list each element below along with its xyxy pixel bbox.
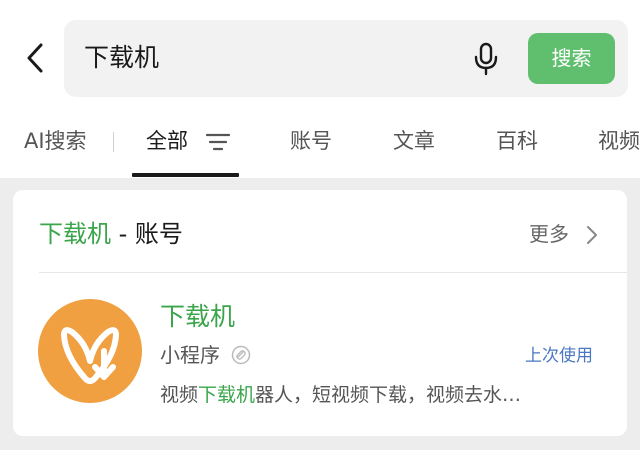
app-name[interactable]: 下载机	[160, 299, 235, 335]
section-title: 下载机 - 账号	[39, 216, 183, 252]
recently-used-label: 上次使用	[525, 346, 593, 366]
more-link[interactable]: 更多	[529, 219, 569, 249]
section-title-suffix: - 账号	[111, 220, 183, 248]
tab-accounts[interactable]: 账号	[290, 126, 332, 156]
app-type-label: 小程序	[160, 343, 220, 367]
filter-icon[interactable]	[206, 132, 230, 152]
tab-ai-search[interactable]: AI搜索	[24, 126, 87, 156]
app-logo-icon[interactable]	[38, 299, 142, 403]
divider	[39, 272, 627, 273]
section-title-keyword: 下载机	[39, 220, 111, 248]
app-description: 视频下载机器人，短视频下载，视频去水…	[160, 380, 600, 410]
tab-videos[interactable]: 视频	[598, 126, 640, 156]
tab-divider	[113, 132, 114, 152]
tab-articles[interactable]: 文章	[393, 126, 435, 156]
tab-all[interactable]: 全部	[146, 126, 188, 156]
search-tabs: AI搜索 全部 账号 文章 百科 视频	[0, 108, 640, 178]
description-prefix: 视频	[160, 384, 199, 406]
chevron-right-icon[interactable]	[585, 224, 599, 246]
search-button[interactable]: 搜索	[528, 33, 615, 84]
search-header: 下载机 搜索 AI搜索 全部 账号 文章 百科 视频	[0, 0, 640, 178]
description-keyword: 下载机	[198, 384, 256, 406]
tab-encyclopedia[interactable]: 百科	[496, 126, 538, 156]
microphone-icon[interactable]	[472, 42, 500, 76]
description-suffix: 器人，短视频下载，视频去水…	[255, 384, 522, 406]
result-card: 下载机 - 账号 更多 下载机 小程序 上次使用 视频下载机器人，短视频下载，视…	[13, 190, 627, 436]
link-icon	[231, 345, 251, 365]
back-arrow-icon[interactable]	[22, 40, 50, 76]
search-query-text[interactable]: 下载机	[84, 40, 159, 76]
active-tab-indicator	[132, 173, 239, 177]
